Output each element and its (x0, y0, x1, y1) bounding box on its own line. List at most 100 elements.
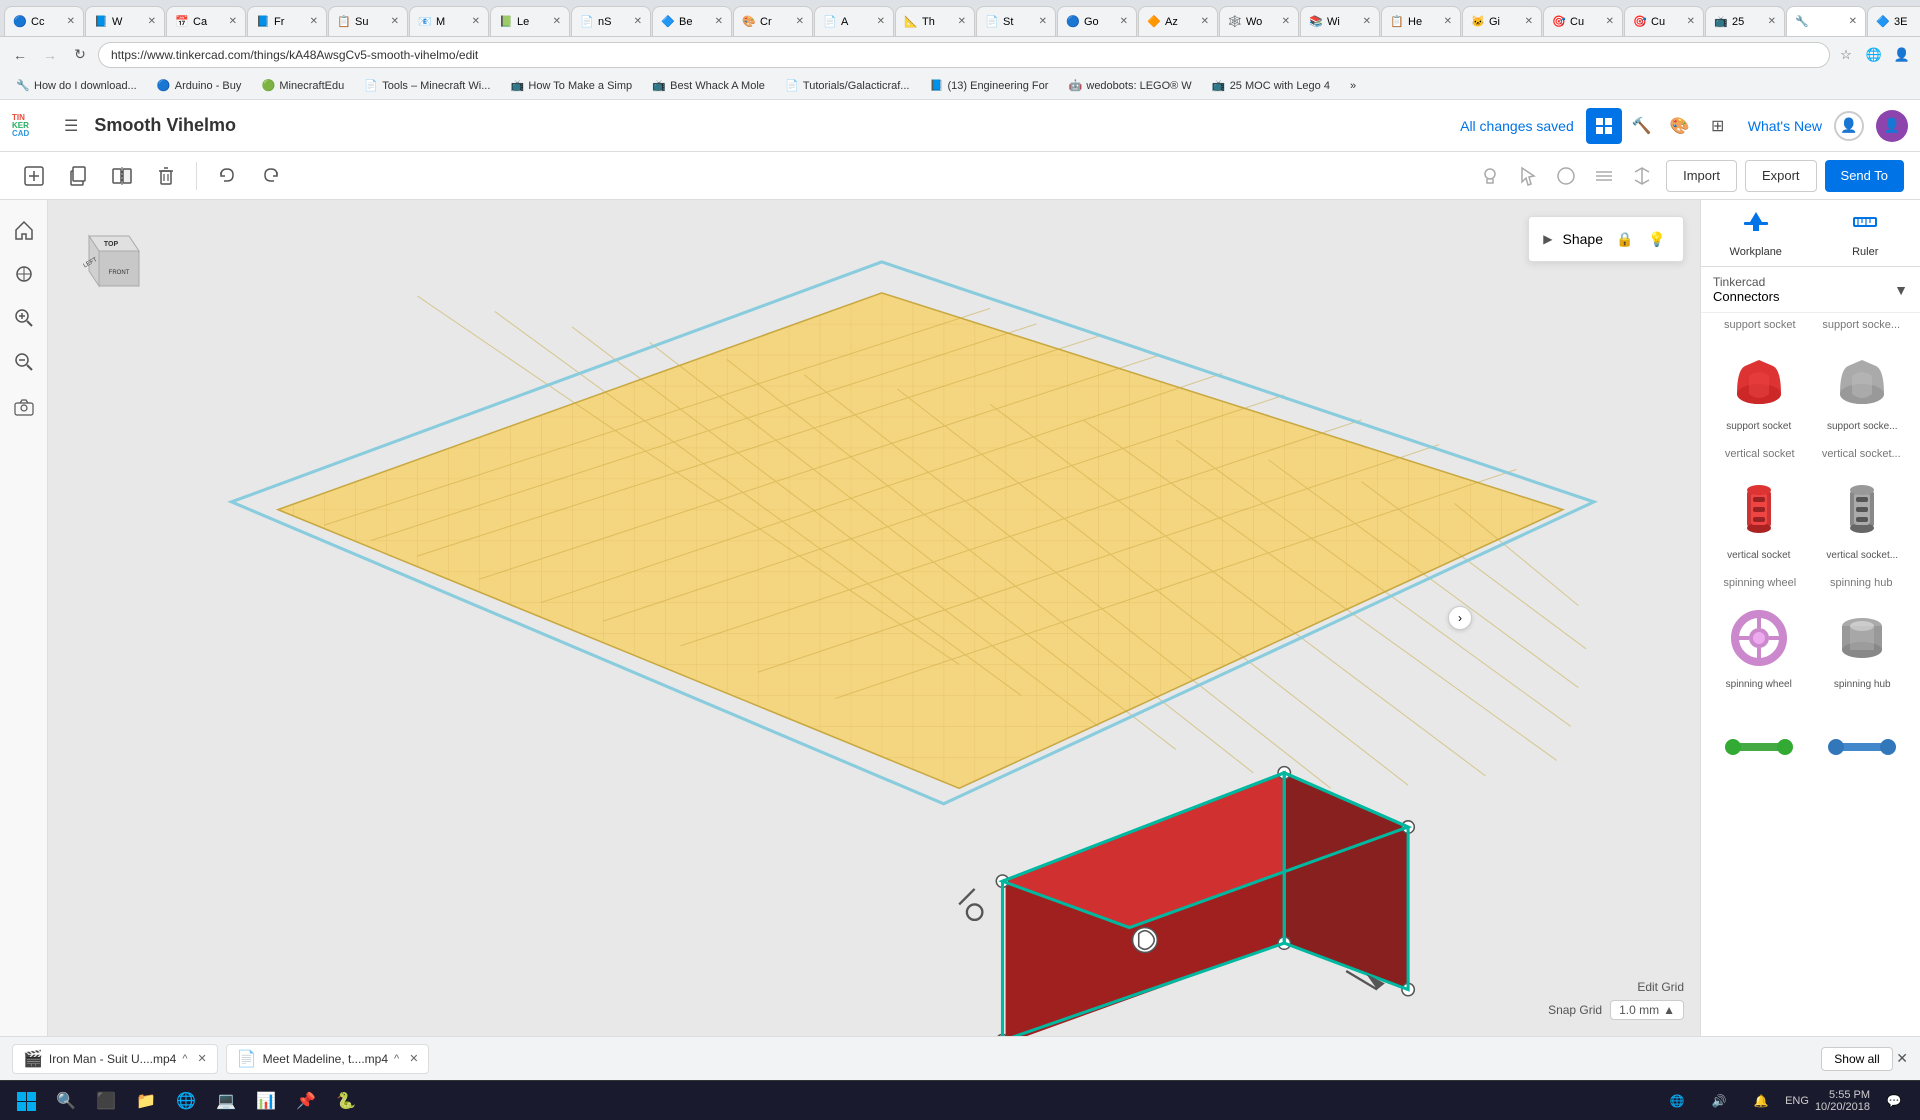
browser-tab-cu[interactable]: 🎯 Cu ✕ (1543, 6, 1623, 36)
browser-tab-fr[interactable]: 📘 Fr ✕ (247, 6, 327, 36)
connector-item-vertical-socket-red[interactable]: vertical socket (1709, 466, 1809, 567)
cursor-tool[interactable] (1512, 160, 1544, 192)
show-all-button[interactable]: Show all (1821, 1047, 1892, 1071)
browser-tab-gi[interactable]: 🐱 Gi ✕ (1462, 6, 1542, 36)
bookmarks-more[interactable]: » (1342, 75, 1364, 97)
fit-view-tool[interactable] (6, 256, 42, 292)
edge-browser-button[interactable]: 🌐 (168, 1083, 204, 1119)
back-button[interactable]: ← (8, 43, 32, 67)
snap-value-dropdown[interactable]: 1.0 mm ▲ (1610, 1000, 1684, 1020)
light-bulb-icon[interactable]: 💡 (1645, 227, 1669, 251)
browser-tab-cr[interactable]: 🎨 Cr ✕ (733, 6, 813, 36)
browser-tab-be[interactable]: 🔷 Be ✕ (652, 6, 732, 36)
zoom-out-tool[interactable] (6, 344, 42, 380)
connector-item-spinning-hub[interactable]: spinning hub (1813, 595, 1913, 696)
export-button[interactable]: Export (1745, 160, 1817, 192)
download-close-icon-1[interactable]: ✕ (197, 1052, 206, 1065)
hammer-view-button[interactable]: 🔨 (1624, 108, 1660, 144)
palette-view-button[interactable]: 🎨 (1662, 108, 1698, 144)
browser-tab-wi[interactable]: 📚 Wi ✕ (1300, 6, 1380, 36)
import-button[interactable]: Import (1666, 160, 1737, 192)
download-item-2[interactable]: 📄 Meet Madeline, t....mp4 ^ ✕ (226, 1044, 430, 1074)
bookmark-star-icon[interactable]: ☆ (1836, 45, 1856, 65)
download-expand-icon-2[interactable]: ^ (394, 1053, 399, 1065)
edit-grid-button[interactable]: Edit Grid (1637, 980, 1684, 994)
close-download-bar-button[interactable]: ✕ (1896, 1050, 1908, 1067)
reload-button[interactable]: ↻ (68, 43, 92, 67)
browser-tab-ns[interactable]: 📄 nS ✕ (571, 6, 651, 36)
browser-tab-yt[interactable]: 📺 25 ✕ (1705, 6, 1785, 36)
browser-tab-m[interactable]: 📧 M ✕ (409, 6, 489, 36)
connector-item-spinning-wheel[interactable]: spinning wheel (1709, 595, 1809, 696)
sidebar-collapse-arrow[interactable]: › (1448, 606, 1472, 630)
bookmark-whack[interactable]: 📺 Best Whack A Mole (644, 75, 773, 97)
home-tool[interactable] (6, 212, 42, 248)
whats-new-button[interactable]: What's New (1748, 118, 1822, 134)
align-tool[interactable] (1588, 160, 1620, 192)
windows-start-button[interactable] (8, 1083, 44, 1119)
connector-dropdown-button[interactable]: ▼ (1894, 282, 1908, 298)
action-center-icon[interactable]: 💬 (1876, 1083, 1912, 1119)
bookmark-wedobots[interactable]: 🤖 wedobots: LEGO® W (1060, 75, 1199, 97)
download-expand-icon[interactable]: ^ (182, 1053, 187, 1065)
browser-tab-he[interactable]: 📋 He ✕ (1381, 6, 1461, 36)
translate-icon[interactable]: 🌐 (1864, 45, 1884, 65)
browser-tab-wo[interactable]: 🕸️ Wo ✕ (1219, 6, 1299, 36)
browser-tab-th[interactable]: 📐 Th ✕ (895, 6, 975, 36)
download-item-1[interactable]: 🎬 Iron Man - Suit U....mp4 ^ ✕ (12, 1044, 218, 1074)
browser-tab-cu2[interactable]: 🎯 Cu ✕ (1624, 6, 1704, 36)
ruler-button[interactable]: Ruler (1811, 200, 1920, 266)
workplane-button[interactable]: Workplane (1701, 200, 1811, 266)
connector-item-support-socket-red[interactable]: support socket (1709, 337, 1809, 438)
tinkercad-logo[interactable]: TIN KER CAD (12, 114, 52, 138)
delete-button[interactable] (148, 158, 184, 194)
browser-tab-a[interactable]: 📄 A ✕ (814, 6, 894, 36)
add-user-button[interactable]: 👤 (1834, 111, 1864, 141)
chrome-button[interactable]: 💻 (208, 1083, 244, 1119)
connector-item-support-socket-gray[interactable]: support socke... (1813, 337, 1913, 438)
forward-button[interactable]: → (38, 43, 62, 67)
browser-tab-le[interactable]: 📗 Le ✕ (490, 6, 570, 36)
bookmark-tools[interactable]: 📄 Tools – Minecraft Wi... (356, 75, 498, 97)
mirror-button[interactable] (104, 158, 140, 194)
search-button[interactable]: 🔍 (48, 1083, 84, 1119)
browser-tab-su[interactable]: 📋 Su ✕ (328, 6, 408, 36)
volume-icon[interactable]: 🔊 (1701, 1083, 1737, 1119)
view-cube[interactable]: TOP LEFT FRONT (64, 216, 154, 306)
circle-tool[interactable] (1550, 160, 1582, 192)
browser-tab-3e[interactable]: 🔷 3E ✕ (1867, 6, 1920, 36)
bookmark-howto[interactable]: 🔧 How do I download... (8, 75, 145, 97)
new-object-button[interactable] (16, 158, 52, 194)
powerpoint-button[interactable]: 📌 (288, 1083, 324, 1119)
shape-panel-arrow[interactable]: ▶ (1543, 232, 1552, 246)
browser-tab-tk[interactable]: 🔧 ✕ (1786, 6, 1866, 36)
connector-item-vertical-socket-gray[interactable]: vertical socket... (1813, 466, 1913, 567)
browser-tab-ca[interactable]: 📅 Ca ✕ (166, 6, 246, 36)
mirror-tool[interactable] (1626, 160, 1658, 192)
address-field[interactable]: https://www.tinkercad.com/things/kA48Aws… (98, 42, 1830, 68)
list-view-icon[interactable]: ☰ (64, 116, 78, 136)
browser-tab-az[interactable]: 🔶 Az ✕ (1138, 6, 1218, 36)
browser-tab-go[interactable]: 🔵 Go ✕ (1057, 6, 1137, 36)
profile-icon[interactable]: 👤 (1892, 45, 1912, 65)
connector-item-rod-green[interactable] (1709, 704, 1809, 790)
browser-tab-st[interactable]: 📄 St ✕ (976, 6, 1056, 36)
group-view-button[interactable]: ⊞ (1700, 108, 1736, 144)
bookmark-moc[interactable]: 📺 25 MOC with Lego 4 (1204, 75, 1338, 97)
system-clock[interactable]: 5:55 PM 10/20/2018 (1815, 1089, 1870, 1113)
camera-tool[interactable] (6, 388, 42, 424)
redo-button[interactable] (253, 158, 289, 194)
python-button[interactable]: 🐍 (328, 1083, 364, 1119)
send-to-button[interactable]: Send To (1825, 160, 1904, 192)
file-explorer-button[interactable]: 📁 (128, 1083, 164, 1119)
excel-button[interactable]: 📊 (248, 1083, 284, 1119)
bookmark-minecraft[interactable]: 🟢 MinecraftEdu (253, 75, 352, 97)
bookmark-arduino[interactable]: 🔵 Arduino - Buy (149, 75, 250, 97)
download-close-icon-2[interactable]: ✕ (409, 1052, 418, 1065)
lock-icon[interactable]: 🔒 (1613, 227, 1637, 251)
zoom-in-tool[interactable] (6, 300, 42, 336)
user-avatar[interactable]: 👤 (1876, 110, 1908, 142)
network-icon[interactable]: 🌐 (1659, 1083, 1695, 1119)
bookmark-galactic[interactable]: 📄 Tutorials/Galacticraf... (777, 75, 918, 97)
copy-button[interactable] (60, 158, 96, 194)
